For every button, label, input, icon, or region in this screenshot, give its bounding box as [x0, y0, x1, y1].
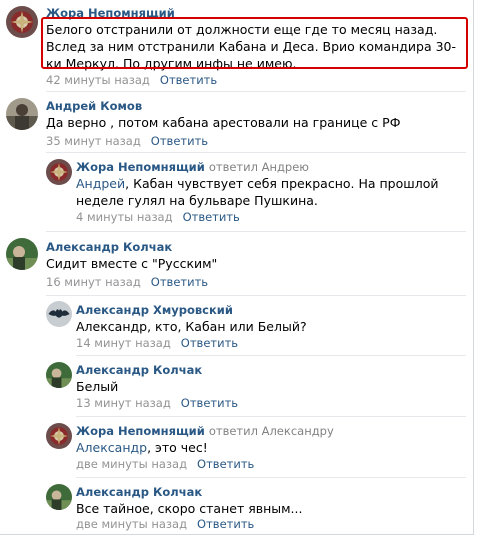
comment-text: Белый	[76, 379, 119, 394]
author-name[interactable]: Александр Хмуровский	[76, 303, 233, 317]
emblem-icon	[6, 6, 38, 38]
comment-meta: 16 минут назад Ответить	[46, 275, 208, 289]
avatar[interactable]	[46, 484, 72, 510]
reply-link[interactable]: Ответить	[181, 396, 238, 410]
comment-time[interactable]: 35 минут назад	[46, 134, 141, 148]
bat-emblem-icon	[46, 301, 72, 327]
reply-link[interactable]: Ответить	[181, 336, 238, 350]
author-name[interactable]: Жора Непомнящий	[76, 424, 205, 438]
comment-author[interactable]: Жора Непомнящий ответил Александру	[76, 424, 334, 438]
comment-meta: 4 минуты назад Ответить	[76, 210, 240, 224]
highlight-box	[41, 17, 468, 69]
comment-time[interactable]: две минуты назад	[76, 517, 187, 531]
comment-time[interactable]: 4 минуты назад	[76, 210, 173, 224]
avatar[interactable]	[46, 301, 72, 327]
comment-meta: 13 минут назад Ответить	[76, 396, 238, 410]
mention-link[interactable]: Андрей	[76, 176, 125, 191]
comment-text: Александр, кто, Кабан или Белый?	[76, 319, 307, 334]
author-name[interactable]: Андрей Комов	[46, 99, 142, 113]
avatar[interactable]	[6, 238, 38, 270]
comment-time[interactable]: 42 минуты назад	[46, 73, 150, 87]
comment-text: Сидит вместе с "Русским"	[46, 256, 218, 271]
avatar[interactable]	[6, 6, 38, 38]
comment-text: Все тайное, скоро станет явным...	[76, 501, 303, 516]
emblem-icon	[46, 423, 72, 449]
photo-avatar	[46, 484, 72, 510]
comment-meta: две минуты назад Ответить	[76, 457, 254, 471]
comment-author[interactable]: Андрей Комов	[46, 99, 142, 113]
photo-avatar	[6, 238, 38, 270]
divider	[46, 231, 466, 232]
mention-link[interactable]: Александр	[76, 440, 147, 455]
avatar[interactable]	[6, 98, 38, 130]
comment-meta: 14 минут назад Ответить	[76, 336, 238, 350]
comment-body: , Кабан чувствует себя прекрасно. На про…	[76, 176, 439, 208]
reply-link[interactable]: Ответить	[183, 210, 240, 224]
author-name[interactable]: Александр Колчак	[46, 240, 172, 254]
comment-meta: 42 минуты назад Ответить	[46, 73, 217, 87]
comment-text: Александр, это чес!	[76, 439, 468, 456]
divider	[46, 152, 466, 153]
reply-link[interactable]: Ответить	[160, 73, 217, 87]
author-name[interactable]: Жора Непомнящий	[76, 160, 205, 174]
photo-avatar	[6, 98, 38, 130]
comment-author[interactable]: Александр Колчак	[76, 363, 202, 377]
comment-author[interactable]: Александр Колчак	[76, 485, 202, 499]
comment-meta: 35 минут назад Ответить	[46, 134, 208, 148]
comment-author[interactable]: Александр Колчак	[46, 240, 172, 254]
comment-text: Да верно , потом кабана арестовали на гр…	[46, 115, 401, 130]
comment-time[interactable]: 16 минут назад	[46, 275, 141, 289]
divider	[46, 91, 466, 92]
author-name[interactable]: Александр Колчак	[76, 485, 202, 499]
comment-time[interactable]: 14 минут назад	[76, 336, 171, 350]
replied-to[interactable]: ответил Александру	[209, 424, 334, 438]
avatar[interactable]	[46, 159, 72, 185]
comment-time[interactable]: 13 минут назад	[76, 396, 171, 410]
avatar[interactable]	[46, 423, 72, 449]
reply-link[interactable]: Ответить	[197, 517, 254, 531]
divider	[76, 477, 466, 478]
reply-link[interactable]: Ответить	[151, 134, 208, 148]
photo-avatar	[46, 362, 72, 388]
reply-link[interactable]: Ответить	[151, 275, 208, 289]
avatar[interactable]	[46, 362, 72, 388]
comment-meta: две минуты назад Ответить	[76, 517, 254, 531]
divider	[46, 295, 466, 296]
comment-text: Андрей, Кабан чувствует себя прекрасно. …	[76, 175, 468, 209]
divider	[76, 355, 466, 356]
emblem-icon	[46, 159, 72, 185]
reply-link[interactable]: Ответить	[197, 457, 254, 471]
replied-to[interactable]: ответил Андрею	[209, 160, 309, 174]
comment-author[interactable]: Александр Хмуровский	[76, 303, 233, 317]
comment-author[interactable]: Жора Непомнящий ответил Андрею	[76, 160, 309, 174]
comment-time[interactable]: две минуты назад	[76, 457, 187, 471]
divider	[76, 416, 466, 417]
comment-body: , это чес!	[147, 440, 208, 455]
author-name[interactable]: Александр Колчак	[76, 363, 202, 377]
